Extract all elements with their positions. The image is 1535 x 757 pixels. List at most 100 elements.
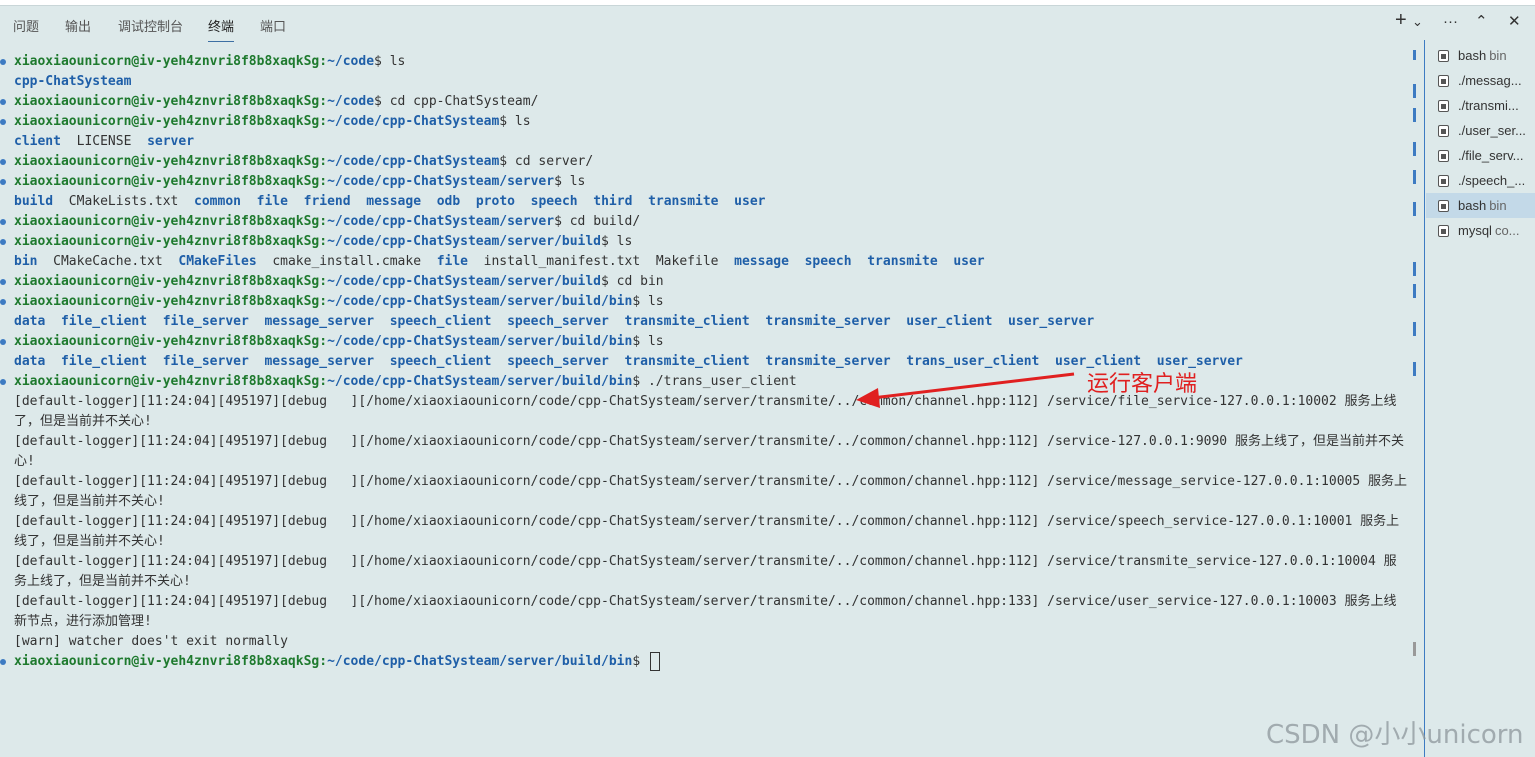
log-line: [default-logger][11:24:04][495197][debug… [14,434,1404,469]
log-line: [default-logger][11:24:04][495197][debug… [14,394,1397,429]
ls-output-line: bin CMakeCache.txt CMakeFiles cmake_inst… [14,252,985,272]
command-decoration-icon[interactable] [0,99,6,105]
command-text [640,654,648,669]
dir-entry: speech [804,254,852,269]
dir-entry: speech_server [507,314,609,329]
dir-entry: proto [475,194,515,209]
dir-entry: transmite_client [624,354,750,369]
dir-entry: speech_client [389,354,492,369]
prompt-user: xiaoxiaounicorn@iv-yeh4znvri8f8b8xaqkSg: [14,174,328,189]
command-decoration-icon[interactable] [0,339,6,345]
terminal-list-item[interactable]: ./messag... [1426,68,1535,93]
terminal-list-item[interactable]: mysql co... [1426,218,1535,243]
prompt-line: xiaoxiaounicorn@iv-yeh4znvri8f8b8xaqkSg:… [14,112,531,132]
prompt-user: xiaoxiaounicorn@iv-yeh4znvri8f8b8xaqkSg: [14,154,328,169]
command-decoration-icon[interactable] [0,299,6,305]
dir-entry: third [593,194,633,209]
panel-tab-bar: 问题 输出 调试控制台 终端 端口 [0,6,1422,42]
prompt-user: xiaoxiaounicorn@iv-yeh4znvri8f8b8xaqkSg: [14,214,328,229]
command-decoration-icon[interactable] [0,659,6,665]
terminal-list-item[interactable]: ./speech_... [1426,168,1535,193]
dir-entry: file_server [162,354,249,369]
prompt-path: ~/code/cpp-ChatSysteam/server/build/bin [327,374,633,389]
tab-ports[interactable]: 端口 [260,16,286,35]
terminal-list-label: ./file_serv... [1458,148,1524,163]
panel-divider[interactable] [1424,40,1425,757]
command-decoration-icon[interactable] [0,59,6,65]
command-text: ls [640,334,664,349]
tab-terminal[interactable]: 终端 [208,16,235,42]
command-text: ls [507,114,531,129]
tab-debug-console[interactable]: 调试控制台 [118,16,183,35]
dir-entry: user_server [1008,314,1095,329]
dir-entry: bin [14,254,38,269]
dir-entry: transmite [648,194,719,209]
dir-entry: friend [303,194,351,209]
terminal-list-item[interactable]: bash bin [1426,43,1535,68]
command-decoration-icon[interactable] [0,119,6,125]
prompt-line: xiaoxiaounicorn@iv-yeh4znvri8f8b8xaqkSg:… [14,52,405,72]
terminal-icon [1438,200,1449,212]
dir-entry: cpp-ChatSysteam [14,74,132,89]
command-text: ./trans_user_client [640,374,797,389]
file-entry: CMakeLists.txt [68,194,179,209]
prompt-path: ~/code/cpp-ChatSysteam [327,154,500,169]
scrollbar-markers[interactable] [1411,48,1417,708]
prompt-symbol: $ [374,94,382,109]
log-line: [default-logger][11:24:04][495197][debug… [14,594,1397,629]
tab-output[interactable]: 输出 [65,16,91,35]
command-decoration-icon[interactable] [0,179,6,185]
dir-entry: build [14,194,54,209]
dir-entry: user_client [906,314,993,329]
prompt-user: xiaoxiaounicorn@iv-yeh4znvri8f8b8xaqkSg: [14,374,328,389]
terminal-list-label: ./messag... [1458,73,1522,88]
command-decoration-icon[interactable] [0,239,6,245]
terminal-icon [1438,50,1449,62]
dir-entry: message [734,254,789,269]
command-decoration-icon[interactable] [0,219,6,225]
terminal-list-sub: co... [1494,223,1520,238]
prompt-symbol: $ [632,334,641,349]
prompt-path: ~/code/cpp-ChatSysteam/server/build [327,274,602,289]
prompt-symbol: $ [499,114,508,129]
tab-problems[interactable]: 问题 [13,16,39,35]
prompt-symbol: $ [632,374,641,389]
command-decoration-icon[interactable] [0,379,6,385]
dir-entry: user [953,254,985,269]
terminal-list-label: bash [1458,48,1487,63]
close-panel-icon[interactable]: ✕ [1508,12,1521,32]
terminal-list-item[interactable]: ./transmi... [1426,93,1535,118]
new-terminal-icon[interactable]: + [1395,10,1407,30]
command-decoration-icon[interactable] [0,159,6,165]
dir-entry: speech_server [507,354,609,369]
prompt-line: xiaoxiaounicorn@iv-yeh4znvri8f8b8xaqkSg:… [14,212,640,232]
terminal-icon [1438,175,1449,187]
command-text: ls [640,294,664,309]
terminal-list-item[interactable]: ./file_serv... [1426,143,1535,168]
dir-entry: transmite [867,254,938,269]
prompt-symbol: $ [374,54,382,69]
more-actions-icon[interactable]: ··· [1443,12,1458,32]
prompt-line: xiaoxiaounicorn@iv-yeh4znvri8f8b8xaqkSg:… [14,652,660,672]
command-text: cd server/ [507,154,594,169]
dir-entry: message_server [264,354,375,369]
prompt-path: ~/code/cpp-ChatSysteam/server [327,174,555,189]
dir-entry: file_client [60,354,148,369]
prompt-symbol: $ [499,154,508,169]
terminal-cursor [649,652,660,671]
prompt-path: ~/code [327,94,375,109]
dir-entry: file_server [162,314,249,329]
terminal-dropdown-icon[interactable]: ⌄ [1412,12,1423,32]
dir-entry: transmite_server [765,314,891,329]
watermark: CSDN @小小unicorn [1266,720,1524,750]
prompt-user: xiaoxiaounicorn@iv-yeh4znvri8f8b8xaqkSg: [14,94,328,109]
command-decoration-icon[interactable] [0,279,6,285]
prompt-line: xiaoxiaounicorn@iv-yeh4znvri8f8b8xaqkSg:… [14,332,664,352]
prompt-line: xiaoxiaounicorn@iv-yeh4znvri8f8b8xaqkSg:… [14,372,797,392]
prompt-line: xiaoxiaounicorn@iv-yeh4znvri8f8b8xaqkSg:… [14,272,664,292]
maximize-panel-icon[interactable]: ⌃ [1475,12,1488,32]
log-line: [default-logger][11:24:04][495197][debug… [14,474,1408,509]
terminal-output[interactable]: xiaoxiaounicorn@iv-yeh4znvri8f8b8xaqkSg:… [0,52,1410,732]
terminal-list-item[interactable]: bash bin [1426,193,1535,218]
terminal-list-item[interactable]: ./user_ser... [1426,118,1535,143]
